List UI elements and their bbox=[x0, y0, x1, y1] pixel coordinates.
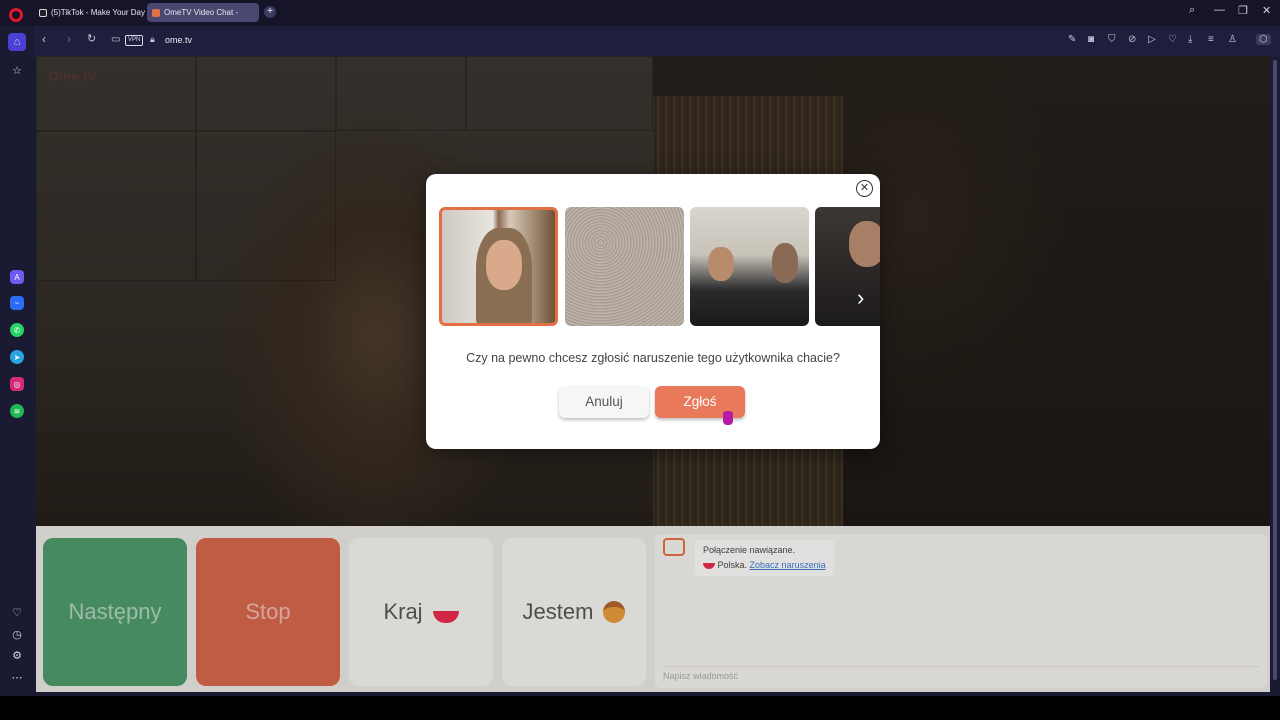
reload-icon[interactable]: ↻ bbox=[87, 32, 96, 45]
url-field[interactable]: ome.tv bbox=[165, 35, 192, 45]
vpn-badge[interactable]: VPN bbox=[125, 35, 144, 46]
person-shape bbox=[772, 243, 798, 283]
close-icon[interactable]: ✕ bbox=[856, 180, 873, 197]
snapshot-thumbnail[interactable] bbox=[565, 207, 684, 326]
person-shape bbox=[849, 221, 880, 267]
edit-icon[interactable]: ✎ bbox=[1068, 34, 1076, 45]
taskbar-strip bbox=[0, 696, 1280, 720]
close-window-icon[interactable]: ✕ bbox=[1262, 4, 1271, 17]
address-bar: ‹ › ↻ ▭ VPN 🔒︎ ome.tv ✎ ◙ ⛉ ⊘ ▷ ♡ ⤓ ≡ ♙ … bbox=[34, 26, 1280, 56]
adblock-icon[interactable]: ⊘ bbox=[1128, 34, 1136, 45]
download-icon[interactable]: ⤓ bbox=[1188, 34, 1192, 45]
snapshot-thumbnail-selected[interactable] bbox=[439, 207, 558, 326]
tab-label: OmeTV Video Chat - bbox=[164, 8, 239, 17]
telegram-icon[interactable]: ➤ bbox=[10, 350, 24, 364]
snapshot-thumbnail[interactable] bbox=[690, 207, 809, 326]
tab-ometv[interactable]: OmeTV Video Chat - bbox=[147, 3, 259, 22]
play-icon[interactable]: ▷ bbox=[1148, 34, 1156, 45]
tiktok-icon bbox=[39, 8, 47, 17]
back-icon[interactable]: ‹ bbox=[42, 32, 46, 46]
cancel-button[interactable]: Anuluj bbox=[559, 386, 649, 418]
ometv-icon bbox=[152, 8, 160, 17]
messenger-icon[interactable]: ~ bbox=[10, 296, 24, 310]
camera-icon[interactable]: ◙ bbox=[1088, 34, 1094, 45]
spotify-icon[interactable]: ≋ bbox=[10, 404, 24, 418]
aria-icon[interactable]: A bbox=[10, 270, 24, 284]
controls-dim bbox=[36, 526, 1270, 692]
new-tab-button[interactable]: + bbox=[264, 6, 276, 18]
heart-icon[interactable]: ♡ bbox=[1168, 34, 1177, 45]
opera-logo-icon[interactable] bbox=[9, 8, 23, 22]
tab-label: (5)TikTok - Make Your Day bbox=[51, 8, 145, 17]
more-icon[interactable]: ⋯ bbox=[9, 669, 25, 685]
scrollbar[interactable] bbox=[1270, 56, 1280, 692]
shield-icon[interactable]: ⛉ bbox=[1108, 34, 1116, 45]
home-icon[interactable]: ⌂ bbox=[8, 33, 26, 51]
snapshot-icon[interactable]: ▭ bbox=[111, 34, 120, 45]
restore-icon[interactable]: ❐ bbox=[1238, 4, 1248, 17]
chevron-right-icon[interactable]: › bbox=[857, 287, 873, 309]
whatsapp-icon[interactable]: ✆ bbox=[10, 323, 24, 337]
minimize-icon[interactable]: — bbox=[1214, 4, 1225, 16]
history-icon[interactable]: ◷ bbox=[9, 626, 25, 642]
tab-tiktok[interactable]: (5)TikTok - Make Your Day bbox=[34, 3, 146, 22]
extensions-icon[interactable]: ⬡ bbox=[1256, 34, 1271, 45]
page-viewport: Ome.tv Następny Stop Kraj Jestem Połącze… bbox=[36, 56, 1270, 692]
instagram-icon[interactable]: ◎ bbox=[10, 377, 24, 391]
snapshot-carousel: › bbox=[439, 207, 880, 327]
search-tabs-icon[interactable]: ⌕ bbox=[1189, 4, 1195, 17]
face-shape bbox=[486, 240, 522, 290]
browser-window: (5)TikTok - Make Your Day OmeTV Video Ch… bbox=[0, 0, 1280, 696]
heart-icon[interactable]: ♡ bbox=[9, 604, 25, 620]
profile-icon[interactable]: ♙ bbox=[1228, 34, 1237, 45]
report-question: Czy na pewno chcesz zgłosić naruszenie t… bbox=[466, 351, 840, 365]
lock-icon[interactable]: 🔒︎ bbox=[150, 34, 155, 45]
sidebar: ⌂ ☆ A ~ ✆ ➤ ◎ ≋ ♡ ◷ ⚙ ⋯ bbox=[0, 26, 34, 696]
hand-cursor-icon bbox=[723, 411, 733, 425]
scrollbar-thumb[interactable] bbox=[1273, 60, 1277, 680]
controls-panel: Następny Stop Kraj Jestem Połączenie naw… bbox=[36, 526, 1270, 692]
star-icon[interactable]: ☆ bbox=[9, 62, 25, 78]
settings-icon[interactable]: ⚙ bbox=[9, 647, 25, 663]
menu-icon[interactable]: ≡ bbox=[1208, 34, 1214, 45]
tab-strip: (5)TikTok - Make Your Day OmeTV Video Ch… bbox=[0, 0, 1280, 26]
forward-icon[interactable]: › bbox=[67, 32, 71, 46]
report-dialog: ✕ › Czy na pewno chcesz zgłosić naruszen… bbox=[426, 174, 880, 449]
person-shape bbox=[708, 247, 734, 281]
